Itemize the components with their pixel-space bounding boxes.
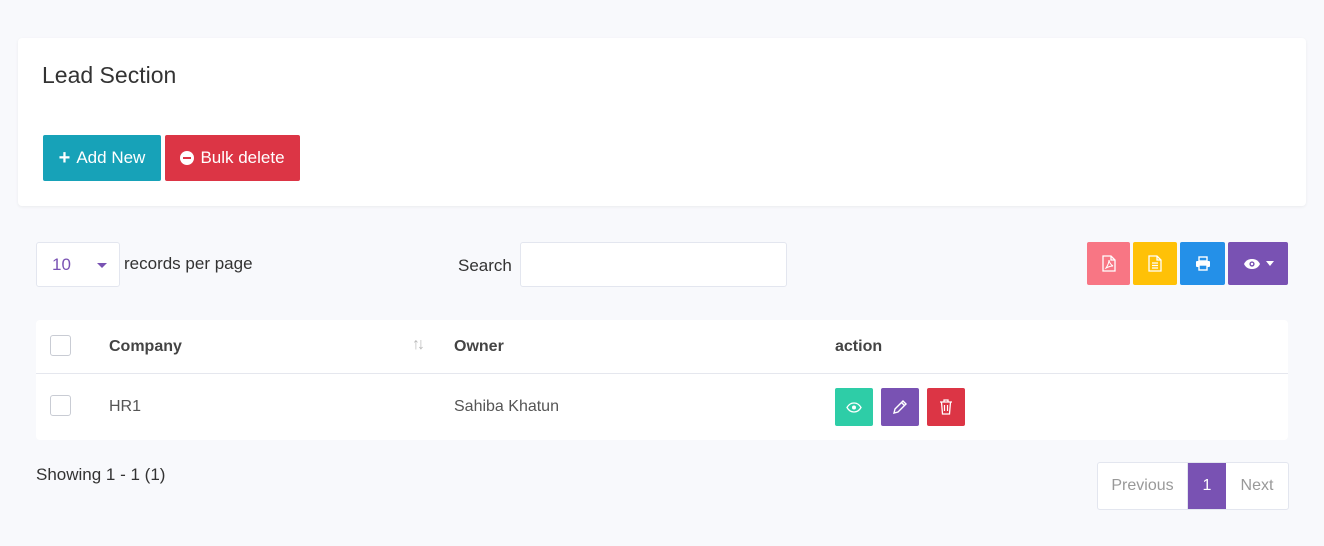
edit-button[interactable] [881,388,919,426]
print-icon [1195,256,1210,271]
document-icon [1148,255,1162,272]
search-input[interactable] [520,242,787,287]
owner-cell: Sahiba Khatun [454,398,559,415]
column-header-action: action [835,338,883,355]
export-pdf-button[interactable] [1087,242,1130,285]
bulk-delete-label: Bulk delete [200,148,285,167]
chevron-down-icon [97,263,107,268]
pagination: Previous 1 Next [1097,462,1289,510]
records-per-page-label: records per page [124,254,253,273]
records-per-page-select[interactable]: 10 [36,242,120,287]
column-header-owner: Owner [454,338,504,355]
column-visibility-dropdown[interactable] [1228,242,1288,285]
export-document-button[interactable] [1133,242,1177,285]
leads-table: Company ↑↓ Owner action HR1 Sahiba Khatu… [36,320,1288,440]
company-cell: HR1 [109,398,142,415]
showing-records-text: Showing 1 - 1 (1) [36,465,166,484]
view-button[interactable] [835,388,873,426]
search-label: Search [458,256,512,275]
trash-icon [940,399,952,415]
bulk-delete-button[interactable]: Bulk delete [165,135,300,181]
print-button[interactable] [1180,242,1225,285]
pdf-icon [1101,255,1116,272]
row-checkbox[interactable] [50,395,71,416]
previous-page-button[interactable]: Previous [1098,463,1188,509]
column-header-company[interactable]: Company [109,338,182,356]
sort-icon[interactable]: ↑↓ [412,336,425,354]
add-new-button[interactable]: + Add New [43,135,161,181]
delete-button[interactable] [927,388,965,426]
table-header: Company ↑↓ Owner action [36,320,1288,374]
per-page-value: 10 [52,254,71,274]
next-page-button[interactable]: Next [1226,463,1288,509]
plus-icon: + [58,147,71,169]
pencil-icon [893,400,907,414]
eye-icon [846,401,862,413]
lead-section-card: Lead Section + Add New Bulk delete [18,38,1306,206]
select-all-checkbox[interactable] [50,335,71,356]
minus-circle-icon [180,151,195,165]
eye-icon [1243,258,1260,269]
page-title: Lead Section [42,62,177,88]
page-1-button[interactable]: 1 [1188,463,1226,509]
chevron-down-icon [1265,261,1274,266]
add-new-label: Add New [76,148,146,167]
